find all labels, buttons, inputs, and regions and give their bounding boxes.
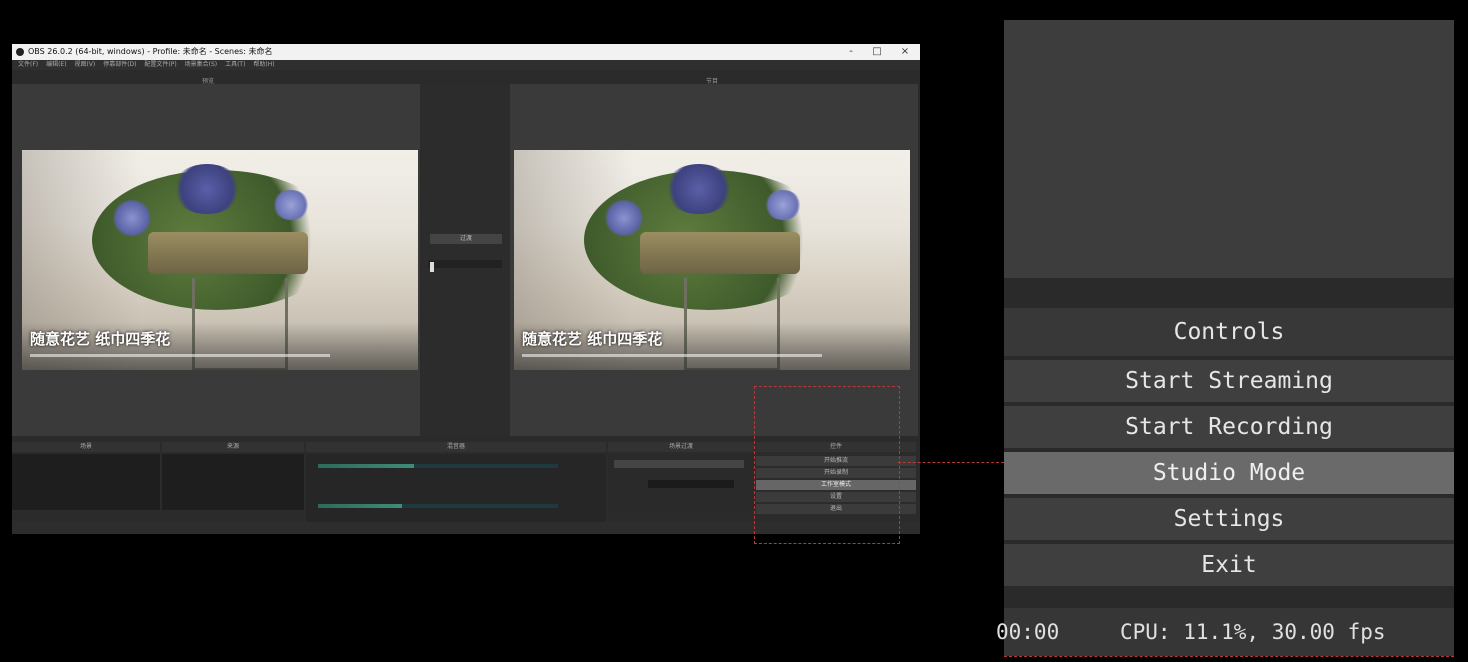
zoom-top-area (1004, 20, 1454, 278)
program-subtitle-line (522, 354, 822, 357)
menu-tools[interactable]: 工具(T) (225, 61, 245, 68)
highlight-box (754, 386, 900, 544)
status-cpu: CPU: 11.1%, 30.00 fps (1120, 620, 1386, 644)
status-time: 00:00 (996, 620, 1060, 644)
scenes-list[interactable] (12, 454, 160, 510)
mixer-dock-header: 混音器 (306, 442, 606, 452)
exit-button[interactable]: Exit (1004, 544, 1454, 586)
settings-button[interactable]: Settings (1004, 498, 1454, 540)
menu-docks[interactable]: 停靠部件(D) (103, 61, 136, 68)
sources-list[interactable] (162, 454, 304, 510)
sources-dock-header: 来源 (162, 442, 304, 452)
start-recording-button[interactable]: Start Recording (1004, 406, 1454, 448)
menu-profile[interactable]: 配置文件(P) (144, 61, 176, 68)
preview-label: 预览 (202, 78, 215, 85)
transition-select[interactable] (614, 460, 744, 468)
menu-scene-collection[interactable]: 场景集合(S) (185, 61, 218, 68)
menu-view[interactable]: 视图(V) (74, 61, 95, 68)
menu-edit[interactable]: 编辑(E) (46, 61, 66, 68)
menu-help[interactable]: 帮助(H) (253, 61, 274, 68)
controls-header: Controls (1004, 308, 1454, 356)
obs-logo-icon (16, 48, 24, 56)
status-bar-zoom: 00:00 CPU: 11.1%, 30.00 fps (996, 608, 1454, 656)
scene-title: 随意花艺 纸巾四季花 (30, 330, 171, 348)
zoom-bottom-dash (1004, 656, 1454, 657)
studio-mode-button[interactable]: Studio Mode (1004, 452, 1454, 494)
start-streaming-button[interactable]: Start Streaming (1004, 360, 1454, 402)
transitions-panel (608, 454, 754, 510)
transition-slider[interactable] (428, 260, 502, 268)
program-pane: 节目 随意花艺 纸巾四季花 (510, 78, 918, 436)
transition-slider-handle[interactable] (430, 262, 434, 272)
program-label: 节目 (706, 78, 719, 85)
audio-mixer (306, 454, 606, 526)
scene-subtitle-line (30, 354, 330, 357)
transitions-dock-header: 场景过渡 (608, 442, 754, 452)
menu-bar: 文件(F) 编辑(E) 视图(V) 停靠部件(D) 配置文件(P) 场景集合(S… (12, 60, 920, 70)
duration-input[interactable] (648, 480, 734, 488)
window-title: OBS 26.0.2 (64-bit, windows) - Profile: … (28, 47, 273, 56)
callout-line (898, 462, 1004, 463)
zoom-separator-band (1004, 278, 1454, 308)
transition-button[interactable]: 过渡 (430, 234, 502, 244)
menu-file[interactable]: 文件(F) (18, 61, 38, 68)
close-button[interactable]: × (896, 44, 914, 60)
title-bar: OBS 26.0.2 (64-bit, windows) - Profile: … (12, 44, 920, 60)
preview-pane: 预览 随意花艺 纸巾四季花 (12, 78, 420, 436)
minimize-button[interactable]: - (842, 44, 860, 60)
transition-column: 过渡 (422, 84, 510, 436)
controls-zoom-panel: Controls Start Streaming Start Recording… (996, 20, 1454, 656)
preview-canvas[interactable]: 随意花艺 纸巾四季花 (22, 150, 418, 370)
program-scene-title: 随意花艺 纸巾四季花 (522, 330, 663, 348)
maximize-button[interactable]: □ (868, 44, 886, 60)
scenes-dock-header: 场景 (12, 442, 160, 452)
program-canvas: 随意花艺 纸巾四季花 (514, 150, 910, 370)
